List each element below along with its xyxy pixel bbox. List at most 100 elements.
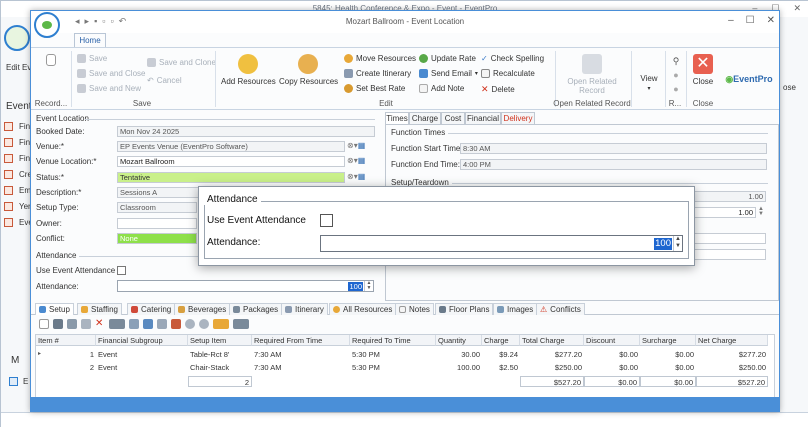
eventpro-logo-icon[interactable] bbox=[34, 12, 60, 38]
minimize-icon[interactable]: – bbox=[728, 15, 734, 26]
table-cell[interactable]: Event bbox=[96, 349, 188, 360]
table-cell[interactable]: Table-Rct 8' bbox=[188, 349, 252, 360]
tab-notes[interactable]: Notes bbox=[395, 303, 434, 315]
maximize-icon[interactable]: ☐ bbox=[746, 15, 755, 26]
col-required-to-time[interactable]: Required To Time bbox=[350, 335, 436, 346]
save-and-close-button[interactable]: Save and Close bbox=[77, 69, 145, 78]
export-icon[interactable] bbox=[233, 318, 249, 329]
tab-staffing[interactable]: Staffing bbox=[77, 303, 122, 315]
table-cell[interactable]: $9.24 bbox=[482, 349, 520, 360]
set-best-rate-button[interactable]: Set Best Rate bbox=[344, 84, 405, 93]
filter-icon[interactable] bbox=[213, 318, 229, 329]
record-button[interactable] bbox=[39, 54, 63, 69]
setup-value-field[interactable]: 1.00 bbox=[686, 191, 766, 202]
use-event-attendance-checkbox[interactable] bbox=[320, 214, 333, 227]
copy-resources-button[interactable]: Copy Resources bbox=[279, 54, 338, 86]
view-button[interactable]: View ▾ bbox=[635, 74, 663, 92]
venue-field[interactable]: EP Events Venue (EventPro Software) bbox=[117, 141, 345, 152]
setup-type-field[interactable]: Classroom bbox=[117, 202, 197, 213]
cancel-button[interactable]: ↶ Cancel bbox=[147, 76, 182, 85]
owner-field[interactable] bbox=[117, 218, 197, 229]
col-total-charge[interactable]: Total Charge bbox=[520, 335, 584, 346]
move-up-icon[interactable] bbox=[185, 318, 195, 329]
table-cell[interactable]: 5:30 PM bbox=[350, 362, 436, 373]
add-resources-button[interactable]: Add Resources bbox=[221, 54, 276, 86]
close-icon[interactable]: ✕ bbox=[793, 3, 801, 14]
tab-itinerary[interactable]: Itinerary bbox=[281, 303, 328, 315]
table-cell[interactable]: $277.20 bbox=[520, 349, 584, 360]
tab-catering[interactable]: Catering bbox=[127, 303, 176, 315]
col-discount[interactable]: Discount bbox=[584, 335, 640, 346]
venue-location-field[interactable]: Mozart Ballroom bbox=[117, 156, 345, 167]
table-cell[interactable]: Chair-Stack bbox=[188, 362, 252, 373]
table-cell[interactable]: $277.20 bbox=[696, 349, 768, 360]
lookup-icon[interactable]: ▦ bbox=[358, 172, 366, 181]
status-field[interactable]: Tentative bbox=[117, 172, 345, 183]
tab-delivery[interactable]: Delivery bbox=[501, 112, 535, 124]
bg-item[interactable]: Yer bbox=[19, 202, 31, 211]
check-spelling-button[interactable]: ✓ Check Spelling bbox=[481, 54, 544, 63]
close-button[interactable]: ✕ Close bbox=[689, 54, 717, 86]
table-cell[interactable]: $0.00 bbox=[640, 362, 696, 373]
open-related-record-button[interactable]: Open Related Record bbox=[561, 54, 623, 95]
table-cell[interactable]: Event bbox=[96, 362, 188, 373]
lookup-icon[interactable]: ▦ bbox=[358, 156, 366, 165]
new-icon[interactable] bbox=[39, 318, 49, 329]
tab-times[interactable]: Times bbox=[385, 112, 409, 124]
table-cell[interactable]: 7:30 AM bbox=[252, 362, 350, 373]
save-button[interactable]: Save bbox=[77, 54, 107, 63]
clear-icon[interactable]: ⊗ bbox=[347, 156, 354, 165]
tab-packages[interactable]: Packages bbox=[229, 303, 283, 315]
view-icon[interactable] bbox=[109, 318, 125, 329]
extra-field[interactable] bbox=[686, 249, 766, 260]
update-rate-button[interactable]: Update Rate bbox=[419, 54, 476, 63]
tab-all-resources[interactable]: All Resources bbox=[329, 303, 397, 315]
booked-date-field[interactable]: Mon Nov 24 2025 bbox=[117, 126, 375, 137]
spinner-icon[interactable]: ▲ ▼ bbox=[758, 206, 764, 218]
copy-icon[interactable] bbox=[67, 318, 77, 329]
col-net-charge[interactable]: Net Charge bbox=[696, 335, 768, 346]
close-icon[interactable]: ✕ bbox=[767, 15, 775, 26]
recalculate-button[interactable]: Recalculate bbox=[481, 69, 535, 78]
spinner-icon[interactable]: ▲ ▼ bbox=[364, 281, 373, 291]
edit-icon[interactable] bbox=[53, 318, 63, 329]
bg-item[interactable]: Fin bbox=[19, 154, 30, 163]
add-note-button[interactable]: Add Note bbox=[419, 84, 464, 93]
teardown-value-field[interactable]: 1.00 bbox=[686, 207, 756, 218]
columns-icon[interactable] bbox=[129, 318, 139, 329]
tab-conflicts[interactable]: ⚠ Conflicts bbox=[536, 303, 585, 315]
clear-icon[interactable]: ⊗ bbox=[347, 141, 354, 150]
paste-icon[interactable] bbox=[81, 318, 91, 329]
bg-item[interactable]: E bbox=[23, 377, 28, 386]
col-charge[interactable]: Charge bbox=[482, 335, 520, 346]
status-field-buttons[interactable]: ⊗▾▦ bbox=[347, 172, 365, 183]
table-row[interactable]: 2 bbox=[44, 362, 96, 373]
venue-field-buttons[interactable]: ⊗▾▦ bbox=[347, 141, 365, 152]
lookup-icon[interactable]: ▦ bbox=[358, 141, 366, 150]
tab-images[interactable]: Images bbox=[493, 303, 538, 315]
send-email-button[interactable]: Send Email ▾ bbox=[419, 69, 478, 78]
tab-home[interactable]: Home bbox=[74, 33, 106, 47]
search-button[interactable]: ⚲ ● ● bbox=[669, 54, 683, 96]
move-resources-button[interactable]: Move Resources bbox=[344, 54, 416, 63]
delete-icon[interactable]: ✕ bbox=[95, 318, 105, 329]
tab-setup[interactable]: Setup bbox=[35, 303, 74, 315]
tab-charge[interactable]: Charge bbox=[409, 112, 441, 124]
document-icon[interactable]: ▫ bbox=[110, 16, 113, 27]
refresh-icon[interactable] bbox=[143, 318, 153, 329]
table-cell[interactable]: 7:30 AM bbox=[252, 349, 350, 360]
col-surcharge[interactable]: Surcharge bbox=[640, 335, 696, 346]
venue-location-buttons[interactable]: ⊗▾▦ bbox=[347, 156, 365, 167]
bg-item[interactable]: Fin bbox=[19, 122, 30, 131]
table-cell[interactable]: $250.00 bbox=[520, 362, 584, 373]
delete-button[interactable]: ✕ Delete bbox=[481, 84, 515, 95]
bg-edit-event[interactable]: Edit Ev bbox=[6, 63, 31, 72]
use-event-attendance-checkbox[interactable] bbox=[117, 266, 126, 275]
copy-icon[interactable]: ▫ bbox=[102, 16, 105, 27]
col-item-number[interactable]: Item # bbox=[36, 335, 96, 346]
calendar-icon[interactable] bbox=[157, 318, 167, 329]
tab-financial[interactable]: Financial bbox=[465, 112, 501, 124]
table-cell[interactable]: $0.00 bbox=[584, 349, 640, 360]
save-and-new-button[interactable]: Save and New bbox=[77, 84, 141, 93]
clear-icon[interactable]: ⊗ bbox=[347, 172, 354, 181]
